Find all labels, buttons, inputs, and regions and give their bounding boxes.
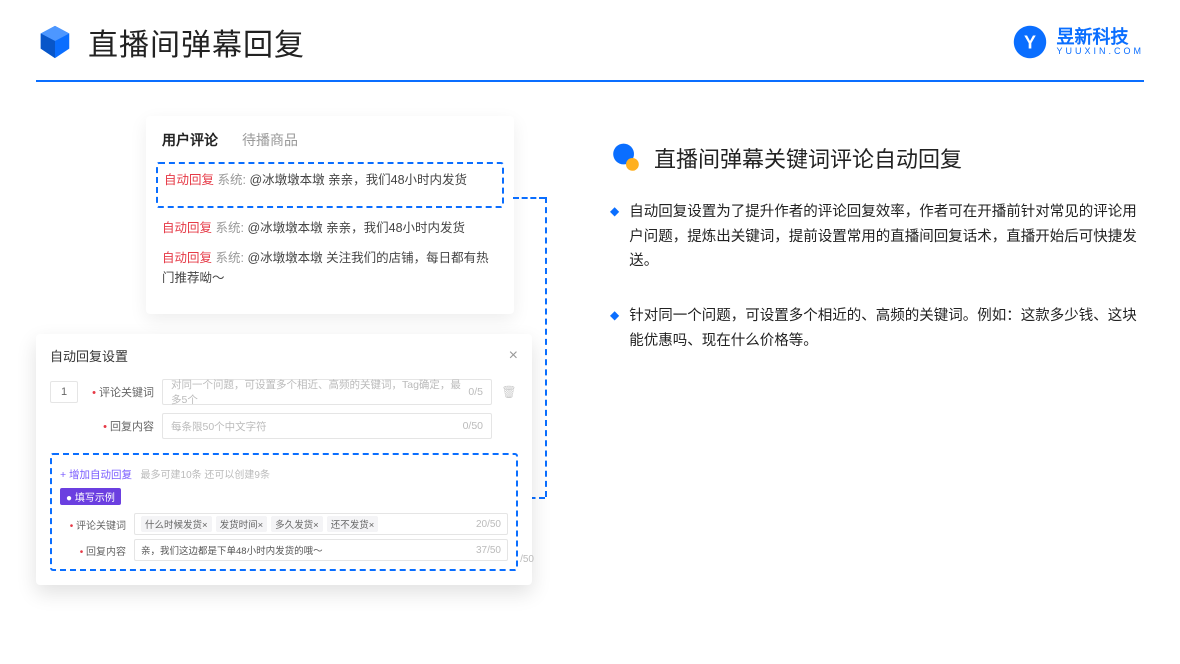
keyword-label: 评论关键词 <box>88 384 154 400</box>
ex-tag[interactable]: 多久发货× <box>271 516 323 532</box>
close-icon[interactable]: × <box>509 347 518 365</box>
ex-tag[interactable]: 什么时候发货× <box>141 516 212 532</box>
diamond-icon: ◆ <box>610 304 619 353</box>
tab-user-comments[interactable]: 用户评论 <box>162 130 218 150</box>
comment-body: @冰墩墩本墩 亲亲，我们48小时内发货 <box>249 173 467 187</box>
diamond-icon: ◆ <box>610 200 619 274</box>
cube-icon <box>36 23 74 61</box>
bullet-text: 针对同一个问题，可设置多个相近的、高频的关键词。例如：这款多少钱、这块能优惠吗、… <box>629 304 1144 353</box>
comment-body: @冰墩墩本墩 亲亲，我们48小时内发货 <box>247 221 465 235</box>
keyword-count: 0/5 <box>468 386 483 398</box>
row-index: 1 <box>50 381 78 403</box>
ex-keyword-input[interactable]: 什么时候发货× 发货时间× 多久发货× 还不发货× 20/50 <box>134 513 508 535</box>
keyword-placeholder: 对同一个问题，可设置多个相近、高频的关键词，Tag确定，最多5个 <box>171 377 468 407</box>
highlighted-comment: 自动回复 系统: @冰墩墩本墩 亲亲，我们48小时内发货 <box>156 162 504 208</box>
system-label: 系统: <box>218 173 246 187</box>
bullet-item: ◆ 针对同一个问题，可设置多个相近的、高频的关键词。例如：这款多少钱、这块能优惠… <box>610 304 1144 353</box>
brand-logo: Y 昱新科技 YUUXIN.COM <box>1012 24 1144 60</box>
bullet-text: 自动回复设置为了提升作者的评论回复效率，作者可在开播前针对常见的评论用户问题，提… <box>629 200 1144 274</box>
logo-sub: YUUXIN.COM <box>1056 46 1144 56</box>
keyword-input[interactable]: 对同一个问题，可设置多个相近、高频的关键词，Tag确定，最多5个 0/5 <box>162 379 492 405</box>
ex-reply-input[interactable]: 亲，我们这边都是下单48小时内发货的哦～ 37/50 <box>134 539 508 561</box>
floating-count: /50 <box>520 554 534 565</box>
auto-reply-prefix: 自动回复 <box>164 173 214 187</box>
ex-keyword-label: 评论关键词 <box>60 517 126 532</box>
ex-tag[interactable]: 还不发货× <box>327 516 379 532</box>
bubble-icon <box>610 142 642 174</box>
page-title: 直播间弹幕回复 <box>88 20 305 64</box>
reply-label: 回复内容 <box>88 418 154 434</box>
auto-reply-prefix: 自动回复 <box>162 251 212 265</box>
system-label: 系统: <box>216 221 244 235</box>
example-highlight-box: + 增加自动回复 最多可建10条 还可以创建9条 ● 填写示例 评论关键词 什么… <box>50 453 518 571</box>
add-hint: 最多可建10条 还可以创建9条 <box>141 470 270 481</box>
logo-mark-icon: Y <box>1012 24 1048 60</box>
tab-pending-products[interactable]: 待播商品 <box>242 130 298 150</box>
modal-title: 自动回复设置 <box>50 346 128 365</box>
ex-keyword-count: 20/50 <box>476 519 501 530</box>
svg-text:Y: Y <box>1024 32 1036 52</box>
connector-line <box>513 197 545 199</box>
bullet-item: ◆ 自动回复设置为了提升作者的评论回复效率，作者可在开播前针对常见的评论用户问题… <box>610 200 1144 274</box>
logo-name: 昱新科技 <box>1056 28 1144 46</box>
trash-icon[interactable]: 🗑 <box>500 385 518 399</box>
ex-reply-count: 37/50 <box>476 545 501 556</box>
auto-reply-settings-modal: 自动回复设置 × 1 评论关键词 对同一个问题，可设置多个相近、高频的关键词，T… <box>36 334 532 585</box>
example-badge: ● 填写示例 <box>60 488 121 505</box>
ex-tag[interactable]: 发货时间× <box>216 516 268 532</box>
section-title: 直播间弹幕关键词评论自动回复 <box>654 142 962 174</box>
ex-reply-text: 亲，我们这边都是下单48小时内发货的哦～ <box>141 543 323 557</box>
comments-card: 用户评论 待播商品 自动回复 系统: @冰墩墩本墩 亲亲，我们48小时内发货 自… <box>146 116 514 314</box>
reply-input[interactable]: 每条限50个中文字符 0/50 <box>162 413 492 439</box>
ex-reply-label: 回复内容 <box>60 543 126 558</box>
system-label: 系统: <box>216 251 244 265</box>
auto-reply-prefix: 自动回复 <box>162 221 212 235</box>
reply-count: 0/50 <box>463 420 483 432</box>
reply-placeholder: 每条限50个中文字符 <box>171 419 267 434</box>
add-auto-reply-link[interactable]: + 增加自动回复 <box>60 467 132 482</box>
connector-line <box>545 197 547 497</box>
